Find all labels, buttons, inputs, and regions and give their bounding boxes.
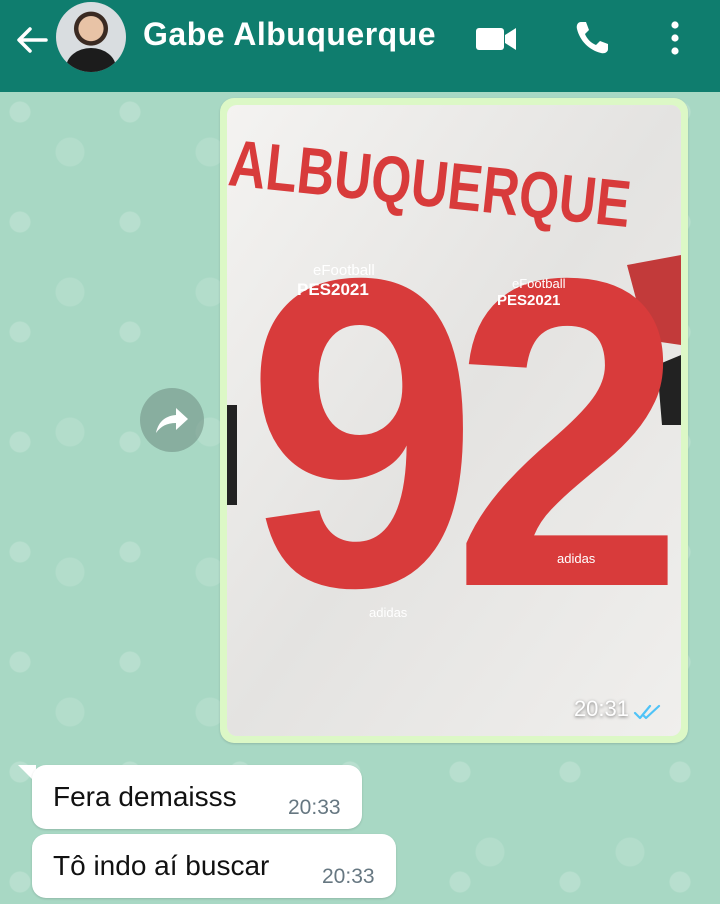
chat-header: Gabe Albuquerque bbox=[0, 0, 720, 92]
video-camera-icon[interactable] bbox=[474, 18, 518, 58]
message-timestamp: 20:33 bbox=[288, 796, 341, 819]
back-arrow-icon[interactable] bbox=[12, 20, 52, 60]
brand-text-2: adidas bbox=[557, 551, 596, 566]
sponsor-text: eFootball bbox=[313, 262, 375, 279]
message-timestamp: 20:33 bbox=[322, 865, 375, 888]
sponsor-sub-text-2: PES2021 bbox=[497, 292, 560, 309]
jersey-number-lettering: 92 bbox=[246, 187, 674, 678]
sponsor-sub-text: PES2021 bbox=[297, 280, 369, 299]
message-bubble[interactable]: Fera demaisss 20:33 bbox=[32, 765, 362, 829]
contact-name[interactable]: Gabe Albuquerque bbox=[143, 16, 436, 53]
read-ticks-icon bbox=[633, 702, 663, 722]
jersey-photo[interactable]: ALBUQUERQUE 92 eFootball PES2021 eFootba… bbox=[227, 105, 681, 736]
message-bubble[interactable]: Tô indo aí buscar 20:33 bbox=[32, 834, 396, 898]
avatar[interactable] bbox=[56, 2, 126, 72]
image-timestamp: 20:31 bbox=[573, 696, 629, 721]
sponsor-text-2: eFootball bbox=[512, 276, 566, 291]
message-text: Fera demaisss bbox=[53, 781, 237, 812]
phone-icon[interactable] bbox=[572, 18, 616, 58]
more-vertical-icon[interactable] bbox=[660, 18, 690, 58]
image-message[interactable]: ALBUQUERQUE 92 eFootball PES2021 eFootba… bbox=[220, 98, 688, 743]
forward-icon[interactable] bbox=[140, 388, 204, 452]
brand-text: adidas bbox=[369, 605, 408, 620]
message-text: Tô indo aí buscar bbox=[53, 850, 270, 881]
